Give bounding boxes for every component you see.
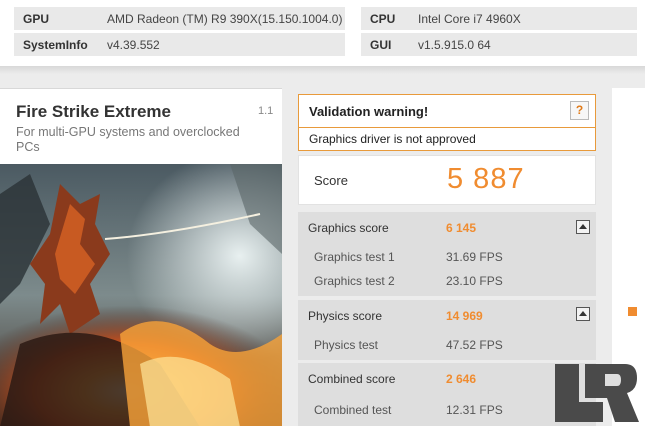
- collapse-icon[interactable]: [576, 307, 590, 321]
- graphics-test-1-label: Graphics test 1: [314, 250, 395, 264]
- graphics-section: Graphics score 6 145 Graphics test 1 31.…: [298, 212, 596, 296]
- graphics-test-2-value: 23.10 FPS: [446, 274, 503, 288]
- benchmark-artwork: [0, 164, 282, 426]
- physics-score-value: 14 969: [446, 309, 483, 323]
- physics-test-value: 47.52 FPS: [446, 338, 503, 352]
- cpu-row: CPU Intel Core i7 4960X: [361, 7, 637, 30]
- gpu-value: AMD Radeon (TM) R9 390X(15.150.1004.0): [107, 11, 343, 26]
- overall-score: Score 5 887: [298, 155, 596, 205]
- gui-row: GUI v1.5.915.0 64: [361, 33, 637, 56]
- combined-score-value: 2 646: [446, 372, 477, 386]
- table-row: Physics test 47.52 FPS: [298, 333, 596, 357]
- combined-test-value: 12.31 FPS: [446, 403, 503, 417]
- gpu-row: GPU AMD Radeon (TM) R9 390X(15.150.1004.…: [14, 7, 345, 30]
- systeminfo-value: v4.39.552: [107, 37, 160, 52]
- physics-score-row: Physics score 14 969: [298, 300, 596, 330]
- gui-label: GUI: [370, 37, 392, 52]
- systeminfo-label: SystemInfo: [23, 37, 88, 52]
- divider: [299, 127, 595, 128]
- graphics-score-value: 6 145: [446, 221, 477, 235]
- benchmark-description: For multi-GPU systems and overclocked PC…: [16, 125, 240, 154]
- table-row: Graphics test 1 31.69 FPS: [298, 245, 596, 269]
- orange-marker: [628, 307, 637, 316]
- physics-section: Physics score 14 969 Physics test 47.52 …: [298, 300, 596, 360]
- score-value: 5 887: [447, 163, 525, 195]
- help-icon[interactable]: ?: [570, 101, 589, 120]
- cpu-value: Intel Core i7 4960X: [418, 11, 521, 26]
- systeminfo-row: SystemInfo v4.39.552: [14, 33, 345, 56]
- benchmark-title: Fire Strike Extreme: [16, 102, 171, 121]
- cpu-label: CPU: [370, 11, 396, 26]
- divider: [0, 66, 645, 74]
- gui-value: v1.5.915.0 64: [418, 37, 491, 52]
- score-label: Score: [314, 173, 348, 188]
- validation-warning: Validation warning! ? Graphics driver is…: [298, 94, 596, 151]
- gpu-label: GPU: [23, 11, 50, 26]
- benchmark-card: Fire Strike Extreme 1.1 For multi-GPU sy…: [0, 88, 282, 426]
- graphics-test-2-label: Graphics test 2: [314, 274, 395, 288]
- table-row: Graphics test 2 23.10 FPS: [298, 269, 596, 293]
- system-info-bar: GPU AMD Radeon (TM) R9 390X(15.150.1004.…: [0, 0, 645, 66]
- collapse-icon[interactable]: [576, 220, 590, 234]
- validation-title: Validation warning!: [309, 104, 429, 119]
- benchmark-version: 1.1: [258, 105, 274, 117]
- combined-score-label: Combined score: [308, 372, 396, 386]
- physics-test-label: Physics test: [314, 338, 379, 352]
- graphics-score-row: Graphics score 6 145: [298, 212, 596, 242]
- physics-score-label: Physics score: [308, 309, 383, 323]
- graphics-test-1-value: 31.69 FPS: [446, 250, 503, 264]
- combined-test-label: Combined test: [314, 403, 392, 417]
- graphics-score-label: Graphics score: [308, 221, 389, 235]
- validation-message: Graphics driver is not approved: [309, 132, 476, 146]
- legit-reviews-logo: [549, 362, 641, 424]
